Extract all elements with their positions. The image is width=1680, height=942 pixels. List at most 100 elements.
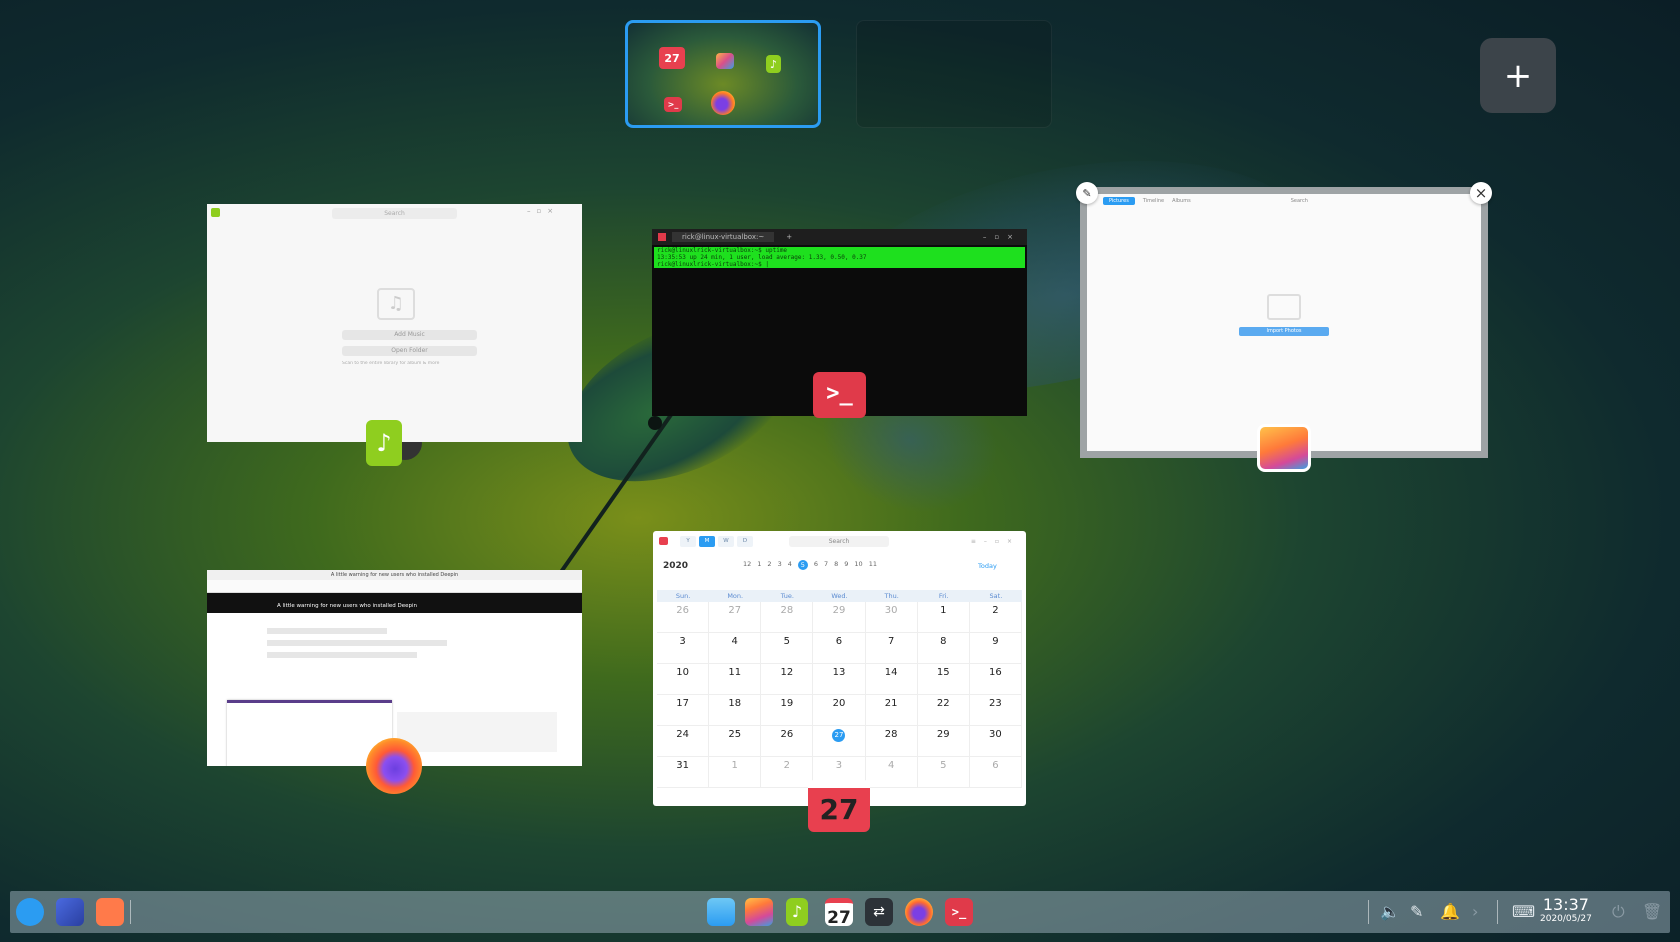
month-item[interactable]: 3 xyxy=(778,560,782,570)
day-cell[interactable]: 26 xyxy=(761,726,814,757)
browser-toolbar[interactable] xyxy=(207,580,582,593)
month-selector[interactable]: 12 1 2 3 4 5 6 7 8 9 10 11 xyxy=(743,560,877,570)
day-cell[interactable]: 18 xyxy=(709,695,762,726)
music-window-preview[interactable]: Search –▫× ♫ Add Music Open Folder Scan … xyxy=(207,204,582,442)
day-cell[interactable]: 2 xyxy=(761,757,814,788)
day-cell[interactable]: 4 xyxy=(865,757,918,788)
view-week-button[interactable]: W xyxy=(718,535,734,547)
month-item[interactable]: 9 xyxy=(844,560,848,570)
day-cell[interactable]: 8 xyxy=(917,633,970,664)
day-cell[interactable]: 5 xyxy=(917,757,970,788)
day-cell[interactable]: 5 xyxy=(761,633,814,664)
album-window-preview[interactable]: Pictures Timeline Albums Search Import P… xyxy=(1080,187,1488,458)
day-cell[interactable]: 30 xyxy=(865,602,918,633)
day-cell[interactable]: 4 xyxy=(709,633,762,664)
day-cell[interactable]: 1 xyxy=(709,757,762,788)
day-cell[interactable]: 21 xyxy=(865,695,918,726)
today-button[interactable]: Today xyxy=(978,562,997,570)
month-item[interactable]: 1 xyxy=(757,560,761,570)
album-dock-icon[interactable] xyxy=(745,898,773,926)
day-cell[interactable]: 29 xyxy=(917,726,970,757)
calendar-dock-icon[interactable]: 27 xyxy=(825,898,853,928)
day-cell[interactable]: 7 xyxy=(865,633,918,664)
day-cell[interactable]: 24 xyxy=(657,726,710,757)
clock[interactable]: 13:37 2020/05/27 xyxy=(1540,896,1592,925)
day-cell[interactable]: 1 xyxy=(917,602,970,633)
day-cell[interactable]: 26 xyxy=(657,602,710,633)
firefox-window-preview[interactable]: A little warning for new users who insta… xyxy=(207,570,582,766)
view-month-button[interactable]: M xyxy=(699,535,715,547)
pin-icon[interactable]: ✎ xyxy=(1076,182,1098,204)
day-cell[interactable]: 27 xyxy=(813,726,866,757)
day-cell[interactable]: 29 xyxy=(813,602,866,633)
calendar-window-preview[interactable]: Y M W D Search ≡–▫× 2020 12 1 2 3 4 5 6 … xyxy=(653,531,1026,806)
search-input[interactable]: Search xyxy=(332,208,457,219)
day-cell[interactable]: 17 xyxy=(657,695,710,726)
day-cell[interactable]: 23 xyxy=(969,695,1022,726)
month-item[interactable]: 4 xyxy=(788,560,792,570)
workspace-2-thumbnail[interactable] xyxy=(856,20,1052,128)
day-cell[interactable]: 6 xyxy=(813,633,866,664)
window-controls[interactable]: ≡–▫× xyxy=(971,538,1020,545)
day-cell[interactable]: 11 xyxy=(709,664,762,695)
month-item[interactable]: 11 xyxy=(869,560,877,570)
day-cell[interactable]: 6 xyxy=(969,757,1022,788)
day-cell[interactable]: 16 xyxy=(969,664,1022,695)
day-cell[interactable]: 12 xyxy=(761,664,814,695)
day-cell[interactable]: 19 xyxy=(761,695,814,726)
workspace-1-thumbnail[interactable]: 27 ♪ >_ xyxy=(625,20,821,128)
tab-pictures[interactable]: Pictures xyxy=(1103,197,1135,205)
view-year-button[interactable]: Y xyxy=(680,535,696,547)
day-cell[interactable]: 13 xyxy=(813,664,866,695)
window-controls[interactable]: –▫× xyxy=(983,233,1021,241)
search-input[interactable]: Search xyxy=(1291,198,1308,204)
show-desktop-icon[interactable] xyxy=(96,898,124,926)
search-input[interactable]: Search xyxy=(789,535,889,547)
day-cell[interactable]: 15 xyxy=(917,664,970,695)
month-item[interactable]: 2 xyxy=(767,560,771,570)
import-photos-button[interactable]: Import Photos xyxy=(1239,327,1329,336)
month-item[interactable]: 6 xyxy=(814,560,818,570)
chevron-right-icon[interactable]: › xyxy=(1472,902,1478,921)
day-cell[interactable]: 10 xyxy=(657,664,710,695)
keyboard-icon[interactable]: ⌨ xyxy=(1512,902,1535,921)
day-cell[interactable]: 28 xyxy=(761,602,814,633)
window-controls[interactable]: –▫× xyxy=(527,207,559,215)
month-item[interactable]: 8 xyxy=(834,560,838,570)
day-cell[interactable]: 28 xyxy=(865,726,918,757)
month-item[interactable]: 10 xyxy=(854,560,862,570)
day-cell[interactable]: 3 xyxy=(657,633,710,664)
day-cell[interactable]: 2 xyxy=(969,602,1022,633)
pen-icon[interactable]: ✎ xyxy=(1410,902,1423,921)
add-workspace-button[interactable]: + xyxy=(1480,38,1556,113)
launcher-icon[interactable] xyxy=(16,898,44,926)
tab-albums[interactable]: Albums xyxy=(1172,198,1191,204)
music-dock-icon[interactable]: ♪ xyxy=(786,898,808,926)
close-icon[interactable]: × xyxy=(1470,182,1492,204)
day-cell[interactable]: 30 xyxy=(969,726,1022,757)
day-cell[interactable]: 25 xyxy=(709,726,762,757)
multitasking-icon[interactable] xyxy=(56,898,84,926)
day-cell[interactable]: 27 xyxy=(709,602,762,633)
terminal-tab[interactable]: rick@linux-virtualbox:~ xyxy=(672,232,775,242)
file-manager-icon[interactable] xyxy=(707,898,735,926)
new-tab-button[interactable]: + xyxy=(786,233,792,241)
tab-timeline[interactable]: Timeline xyxy=(1143,198,1164,204)
terminal-dock-icon[interactable]: >_ xyxy=(945,898,973,926)
open-folder-button[interactable]: Open Folder xyxy=(342,346,477,356)
power-icon[interactable]: ⏻ xyxy=(1612,902,1625,922)
control-center-icon[interactable]: ⇄ xyxy=(865,898,893,926)
month-item-selected[interactable]: 5 xyxy=(797,560,808,570)
volume-icon[interactable]: 🔈 xyxy=(1380,902,1400,921)
day-cell[interactable]: 22 xyxy=(917,695,970,726)
view-day-button[interactable]: D xyxy=(737,535,753,547)
add-music-button[interactable]: Add Music xyxy=(342,330,477,340)
day-cell[interactable]: 20 xyxy=(813,695,866,726)
notification-bell-icon[interactable]: 🔔 xyxy=(1440,902,1460,921)
month-item[interactable]: 7 xyxy=(824,560,828,570)
day-cell[interactable]: 9 xyxy=(969,633,1022,664)
trash-icon[interactable]: 🗑 xyxy=(1642,902,1662,921)
day-cell[interactable]: 31 xyxy=(657,757,710,788)
month-item[interactable]: 12 xyxy=(743,560,751,570)
day-cell[interactable]: 14 xyxy=(865,664,918,695)
